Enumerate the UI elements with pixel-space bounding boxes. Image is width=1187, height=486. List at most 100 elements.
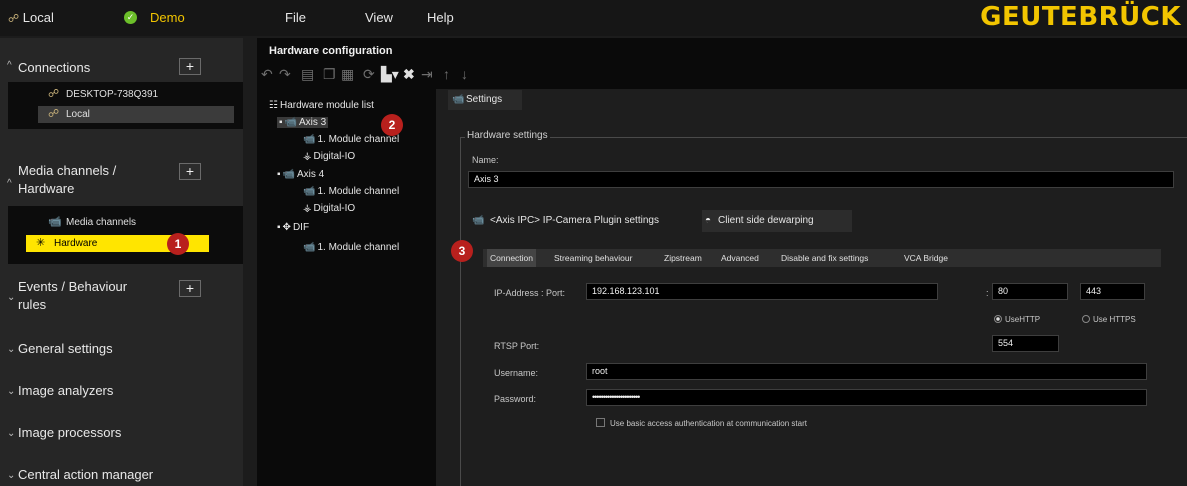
sidebar-section-events[interactable]: Events / Behaviour rules (18, 278, 127, 314)
network-icon: ☍ (48, 88, 60, 100)
connection-item-desktop[interactable]: ☍ DESKTOP-738Q391 (38, 86, 158, 103)
add-connection-button[interactable]: + (179, 58, 201, 75)
chevron-down-icon[interactable]: ⌄ (7, 428, 15, 439)
camera-icon: 📹 (48, 216, 62, 228)
tab-client-dewarping[interactable]: ◓ Client side dewarping (702, 210, 852, 232)
chevron-up-icon[interactable]: ^ (7, 178, 12, 189)
rtsp-port-field[interactable]: 554 (992, 335, 1059, 352)
camera-icon: 📹 (452, 94, 465, 105)
https-port-field[interactable]: 443 (1080, 283, 1145, 300)
delete-icon[interactable]: ✖ (403, 66, 415, 83)
name-field[interactable]: Axis 3 (468, 171, 1174, 188)
menu-view[interactable]: View (365, 10, 393, 25)
use-http-radio[interactable]: UseHTTP (994, 315, 1040, 324)
sidebar-section-media-hardware[interactable]: Media channels / Hardware (18, 162, 116, 198)
step-badge-1: 1 (167, 233, 189, 255)
camera-icon: 📹 (284, 117, 297, 128)
tree-item-dif-channel[interactable]: 📹 1. Module channel (303, 242, 399, 253)
tree-item-axis3-channel[interactable]: 📹 1. Module channel (303, 134, 399, 145)
tab-streaming-behaviour[interactable]: Streaming behaviour (551, 249, 635, 267)
tree-item-axis4-channel[interactable]: 📹 1. Module channel (303, 186, 399, 197)
connection-subtabs: Connection Streaming behaviour Zipstream… (483, 249, 1161, 267)
io-icon: ⚶ (303, 203, 312, 214)
check-icon: ✓ (124, 11, 137, 24)
chevron-down-icon[interactable]: ⌄ (7, 344, 15, 355)
tab-connection[interactable]: Connection (487, 249, 537, 267)
list-icon: ☷ (269, 100, 278, 111)
username-field[interactable]: root (586, 363, 1147, 380)
export-icon[interactable]: ⇥ (421, 66, 433, 83)
tree-item-axis4[interactable]: ▪ 📹 Axis 4 (277, 169, 324, 180)
step-badge-3: 3 (451, 240, 473, 262)
collapse-icon: ▪ (277, 222, 281, 233)
sidebar-section-image-analyzers[interactable]: Image analyzers (18, 382, 113, 400)
password-label: Password: (494, 394, 537, 404)
brand-logo: GEUTEBRÜCK (980, 2, 1181, 32)
print-icon[interactable]: ▤ (301, 66, 314, 83)
tree-item-axis3-digital-io[interactable]: ⚶ Digital-IO (303, 151, 355, 162)
add-module-icon[interactable]: ▙▾ (381, 66, 399, 83)
chevron-up-icon[interactable]: ^ (7, 60, 12, 71)
redo-icon[interactable]: ↷ (279, 66, 291, 83)
chevron-down-icon[interactable]: ⌄ (7, 386, 15, 397)
paste-icon[interactable]: ▦ (341, 66, 354, 83)
tree-item-dif[interactable]: ▪ ✥ DIF (277, 222, 309, 233)
sidebar-section-central-action-manager[interactable]: Central action manager (18, 466, 153, 484)
add-media-button[interactable]: + (179, 163, 201, 180)
eye-icon: ◓ (705, 215, 712, 226)
username-label: Username: (494, 368, 539, 378)
connection-item-local[interactable]: ☍ Local (38, 106, 234, 123)
tab-vca-bridge[interactable]: VCA Bridge (901, 249, 951, 267)
sidebar: ^ Connections + ☍ DESKTOP-738Q391 ☍ Loca… (0, 38, 243, 486)
undo-icon[interactable]: ↶ (261, 66, 273, 83)
menu-file[interactable]: File (285, 10, 306, 25)
sidebar-section-general-settings[interactable]: General settings (18, 340, 113, 358)
network-icon: ☍ (8, 13, 20, 25)
menu-help[interactable]: Help (427, 10, 454, 25)
collapse-icon: ▪ (279, 117, 283, 128)
ip-address-field[interactable]: 192.168.123.101 (586, 283, 938, 300)
tab-settings[interactable]: 📹 Settings (448, 90, 522, 110)
use-https-radio[interactable]: Use HTTPS (1082, 315, 1136, 324)
add-event-button[interactable]: + (179, 280, 201, 297)
local-connection-indicator[interactable]: ☍ Local (8, 10, 54, 25)
connections-list: ☍ DESKTOP-738Q391 ☍ Local (8, 82, 243, 129)
media-hardware-list: 📹 Media channels ✳ Hardware (8, 206, 243, 264)
plugin-icon: ✥ (282, 222, 291, 233)
tree-item-axis4-digital-io[interactable]: ⚶ Digital-IO (303, 203, 355, 214)
tab-advanced[interactable]: Advanced (718, 249, 762, 267)
move-up-icon[interactable]: ↑ (443, 66, 450, 82)
camera-icon: 📹 (282, 169, 295, 180)
radio-empty-icon (1082, 315, 1090, 323)
copy-icon[interactable]: ❐ (323, 66, 336, 83)
tab-plugin-settings[interactable]: 📹 <Axis IPC> IP-Camera Plugin settings (470, 210, 700, 232)
sidebar-section-connections[interactable]: Connections (18, 59, 90, 77)
password-field[interactable]: •••••••••••••••••••••• (586, 389, 1147, 406)
io-icon: ⚶ (303, 151, 312, 162)
port-separator: : (986, 288, 989, 298)
sidebar-section-image-processors[interactable]: Image processors (18, 424, 121, 442)
tab-zipstream[interactable]: Zipstream (661, 249, 705, 267)
chevron-down-icon[interactable]: ⌄ (7, 292, 15, 303)
radio-selected-icon (994, 315, 1002, 323)
tree-root[interactable]: ☷ Hardware module list (269, 100, 374, 111)
panel-title: Hardware configuration (269, 45, 393, 57)
step-badge-2: 2 (381, 114, 403, 136)
rtsp-port-label: RTSP Port: (494, 341, 540, 351)
camera-icon: 📹 (303, 186, 316, 197)
http-port-field[interactable]: 80 (992, 283, 1068, 300)
name-label: Name: (472, 155, 499, 165)
chevron-down-icon[interactable]: ⌄ (7, 470, 15, 481)
checkbox-icon (596, 418, 605, 427)
tab-disable-fix-settings[interactable]: Disable and fix settings (778, 249, 871, 267)
ip-address-label: IP-Address : Port: (494, 288, 566, 298)
camera-icon: 📹 (472, 215, 485, 226)
basic-auth-checkbox[interactable]: Use basic access authentication at commu… (596, 418, 807, 428)
local-label: Local (22, 10, 54, 25)
move-down-icon[interactable]: ↓ (461, 66, 468, 82)
tree-item-axis3[interactable]: ▪ 📹 Axis 3 (277, 117, 329, 128)
sidebar-item-media-channels[interactable]: 📹 Media channels (38, 214, 136, 231)
refresh-icon[interactable]: ⟳ (363, 66, 375, 83)
hardware-icon: ✳ (36, 237, 46, 249)
camera-icon: 📹 (303, 242, 316, 253)
